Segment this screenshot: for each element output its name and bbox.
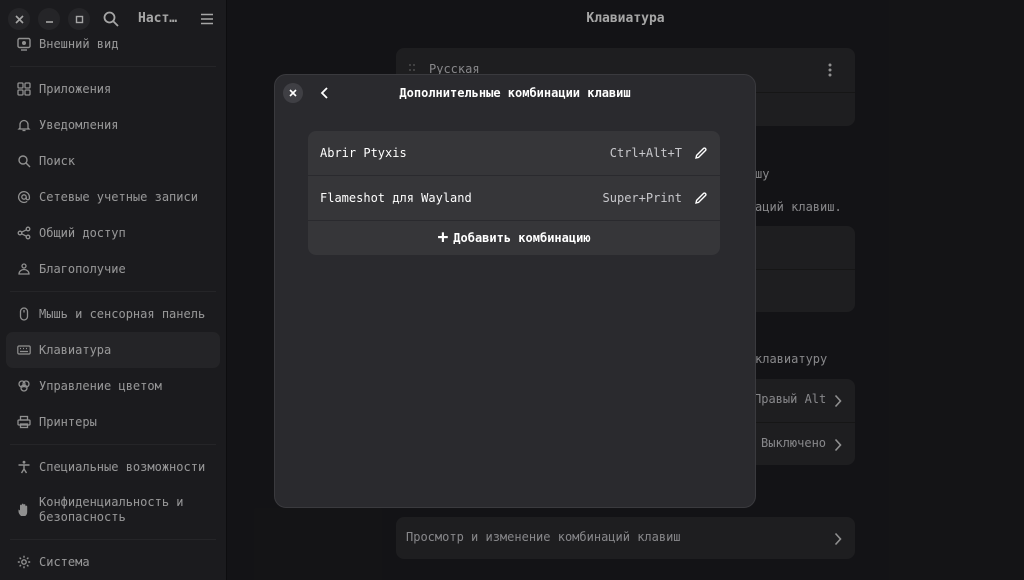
shortcut-accelerator: Ctrl+Alt+T: [609, 146, 682, 160]
dialog-title: Дополнительные комбинации клавиш: [399, 86, 631, 100]
shortcut-name: Abrir Ptyxis: [320, 146, 407, 160]
shortcut-row[interactable]: Abrir Ptyxis Ctrl+Alt+T: [308, 131, 720, 176]
settings-window: Наст… Внешний вид Приложения Уведомления…: [0, 0, 1024, 580]
shortcut-row[interactable]: Flameshot для Wayland Super+Print: [308, 176, 720, 221]
shortcut-accelerator: Super+Print: [602, 191, 682, 205]
shortcuts-list: Abrir Ptyxis Ctrl+Alt+T Flameshot для Wa…: [308, 131, 720, 255]
add-shortcut-button[interactable]: + Добавить комбинацию: [308, 221, 720, 255]
add-shortcut-label: Добавить комбинацию: [453, 231, 591, 245]
shortcut-name: Flameshot для Wayland: [320, 191, 472, 205]
plus-icon: +: [437, 227, 449, 248]
edit-pencil-icon[interactable]: [694, 191, 708, 205]
edit-pencil-icon[interactable]: [694, 146, 708, 160]
custom-shortcuts-dialog: Дополнительные комбинации клавиш Abrir P…: [274, 74, 756, 508]
